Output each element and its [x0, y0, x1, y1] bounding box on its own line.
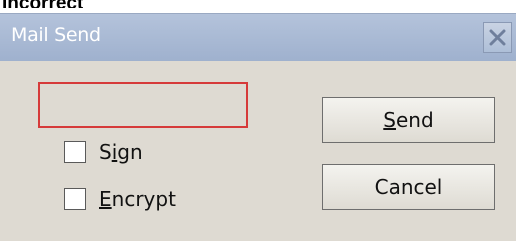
cancel-button[interactable]: Cancel	[322, 164, 495, 210]
message-input[interactable]	[38, 82, 248, 128]
title-bar[interactable]: Mail Send	[0, 14, 516, 61]
sign-checkbox-row[interactable]: Sign	[64, 139, 143, 165]
encrypt-checkbox[interactable]	[64, 188, 86, 210]
close-x-icon	[489, 29, 506, 46]
dialog-body: Sign Encrypt Send Cancel	[0, 61, 516, 241]
dialog-title: Mail Send	[11, 24, 101, 46]
sign-checkbox[interactable]	[64, 141, 86, 163]
encrypt-checkbox-row[interactable]: Encrypt	[64, 186, 176, 212]
caption-label: Incorrect	[2, 0, 83, 8]
encrypt-label: Encrypt	[99, 187, 176, 211]
close-button[interactable]	[483, 22, 512, 53]
mail-send-dialog: Mail Send Sign Encrypt Send Cancel	[0, 13, 516, 241]
sign-label: Sign	[99, 140, 143, 164]
send-button[interactable]: Send	[322, 97, 495, 143]
cancel-label: Cancel	[374, 175, 443, 199]
